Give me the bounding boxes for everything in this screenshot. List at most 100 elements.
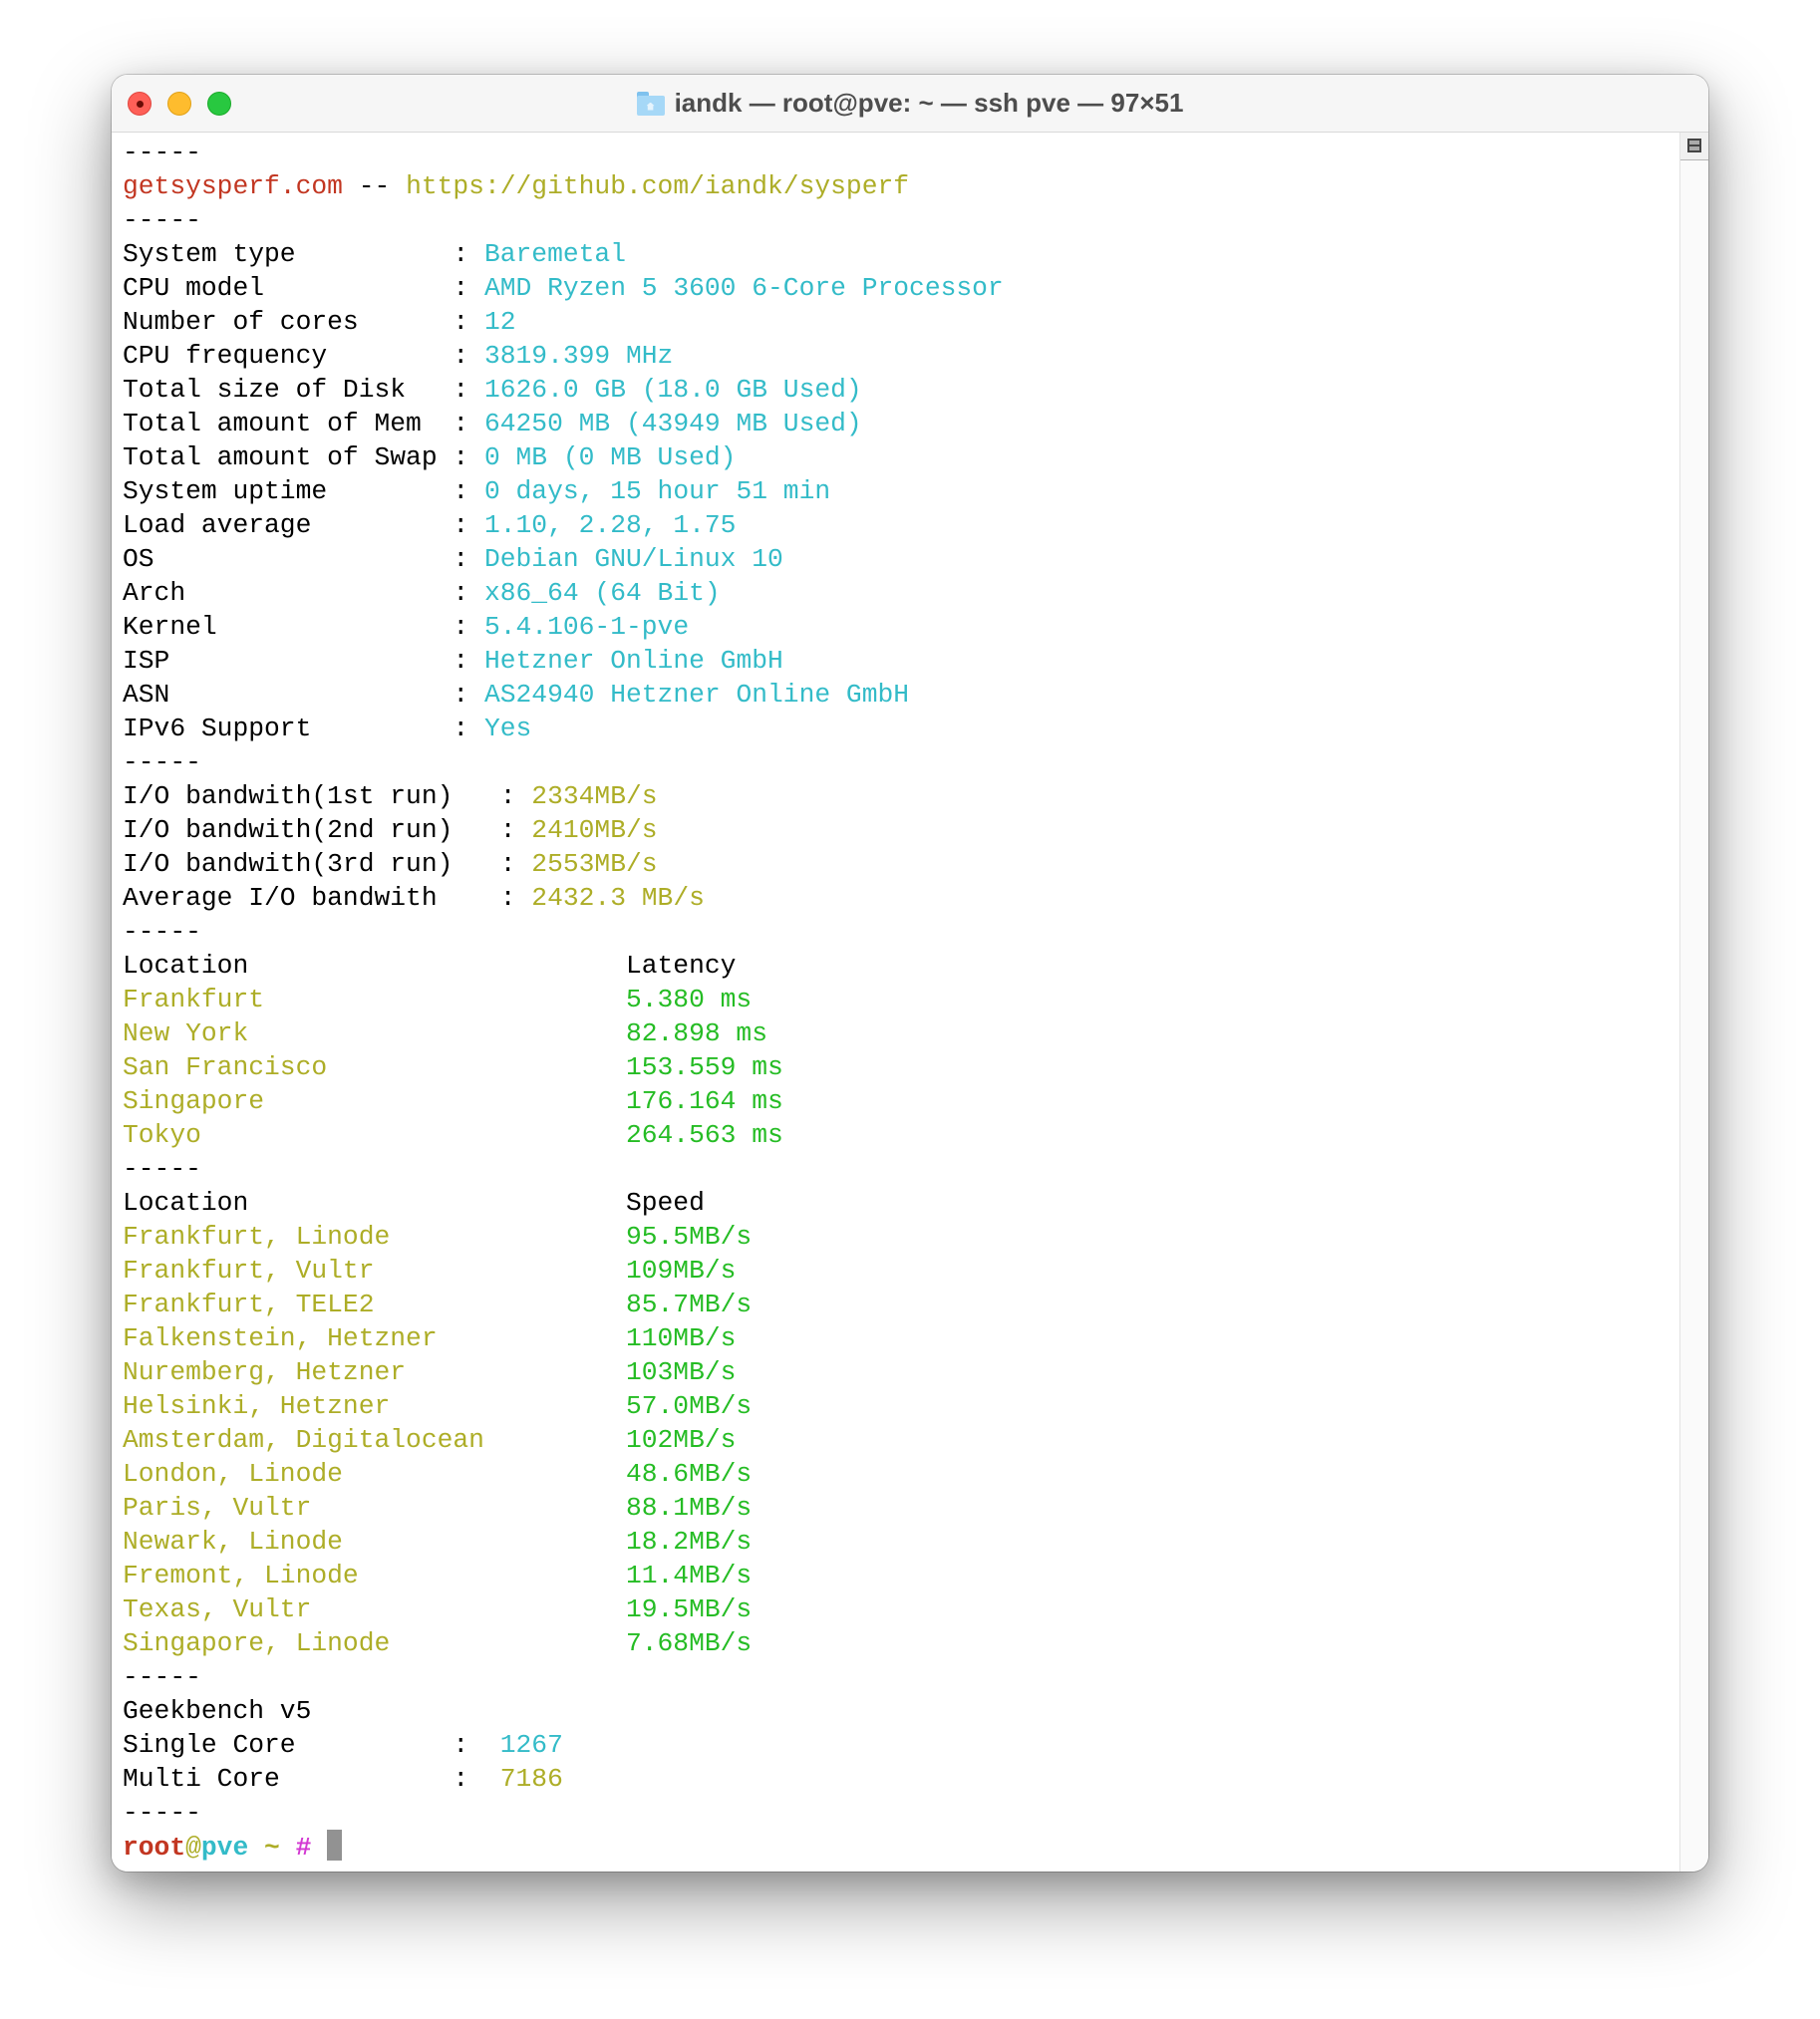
speed-location: Falkenstein, Hetzner <box>123 1323 438 1353</box>
speed-value: 19.5MB/s <box>625 1594 753 1624</box>
speed-value: 7.68MB/s <box>625 1628 753 1658</box>
system-info-row: IPv6 Support: Yes <box>123 712 909 745</box>
info-label: System uptime <box>123 476 328 506</box>
colon: : <box>453 1764 469 1794</box>
system-info-row: CPU frequency:3819.399 MHz <box>123 339 909 373</box>
latency-header: Location Latency <box>123 949 909 983</box>
info-value: 1626.0 GB (18.0 GB Used) <box>483 375 862 405</box>
speed-value: 103MB/s <box>625 1357 737 1387</box>
speed-location: Frankfurt, TELE2 <box>123 1290 375 1319</box>
speed-row: Paris, Vultr 88.1MB/s <box>123 1491 909 1525</box>
info-label: ISP <box>123 646 170 676</box>
separator: ----- <box>123 747 201 777</box>
speed-value: 48.6MB/s <box>625 1459 753 1489</box>
speed-location: Paris, Vultr <box>123 1493 312 1523</box>
colon: : <box>499 781 516 811</box>
latency-value: 82.898 ms <box>625 1018 767 1048</box>
speed-location: Frankfurt, Linode <box>123 1222 391 1252</box>
prompt-cwd: ~ <box>264 1833 280 1863</box>
speed-row: Singapore, Linode 7.68MB/s <box>123 1626 909 1660</box>
latency-value: 264.563 ms <box>625 1120 783 1150</box>
info-label: Load average <box>123 510 312 540</box>
speed-header: Location Speed <box>123 1186 909 1220</box>
speed-location: Nuremberg, Hetzner <box>123 1357 407 1387</box>
io-label: I/O bandwith(3rd run) <box>123 849 454 879</box>
latency-value: 176.164 ms <box>625 1086 783 1116</box>
prompt-user: root <box>123 1833 186 1863</box>
speed-location: Singapore, Linode <box>123 1628 391 1658</box>
io-value: 2334MB/s <box>531 781 658 811</box>
info-value: Debian GNU/Linux 10 <box>483 544 783 574</box>
io-label: I/O bandwith(2nd run) <box>123 815 454 845</box>
separator: ----- <box>123 1798 201 1828</box>
repo-link[interactable]: https://github.com/iandk/sysperf <box>406 171 909 201</box>
latency-col-location: Location <box>123 951 249 981</box>
latency-row: Singapore 176.164 ms <box>123 1084 909 1118</box>
latency-location: Singapore <box>123 1086 265 1116</box>
separator: ----- <box>123 1662 201 1692</box>
io-label: Average I/O bandwith <box>123 883 438 913</box>
system-info-row: System uptime:0 days, 15 hour 51 min <box>123 474 909 508</box>
info-label: Arch <box>123 578 186 608</box>
speed-col-value: Speed <box>625 1188 705 1218</box>
speed-location: Newark, Linode <box>123 1527 343 1557</box>
colon: : <box>453 680 469 710</box>
prompt-host: pve <box>200 1833 249 1863</box>
speed-location: Helsinki, Hetzner <box>123 1391 391 1421</box>
colon: : <box>453 714 469 743</box>
colon: : <box>499 849 516 879</box>
speed-location: Texas, Vultr <box>123 1594 312 1624</box>
speed-value: 18.2MB/s <box>625 1527 753 1557</box>
io-row: Average I/O bandwith:2432.3 MB/s <box>123 881 909 915</box>
window-title-wrap: iandk — root@pve: ~ — ssh pve — 97×51 <box>112 75 1708 132</box>
shell-prompt[interactable]: root@pve ~ # <box>123 1830 909 1864</box>
prompt-at: @ <box>185 1833 201 1863</box>
split-pane-icon <box>1687 139 1701 152</box>
latency-value: 5.380 ms <box>625 985 753 1014</box>
speed-value: 11.4MB/s <box>625 1561 753 1590</box>
latency-row: Tokyo 264.563 ms <box>123 1118 909 1152</box>
terminal-screen[interactable]: ----- getsysperf.com -- https://github.c… <box>123 136 1004 1864</box>
geekbench-single-value: 1267 <box>499 1730 563 1760</box>
split-pane-button[interactable] <box>1680 133 1708 160</box>
speed-value: 85.7MB/s <box>625 1290 753 1319</box>
speed-row: Amsterdam, Digitalocean 102MB/s <box>123 1423 909 1457</box>
info-label: ASN <box>123 680 170 710</box>
system-info-row: ASN: AS24940 Hetzner Online GmbH <box>123 678 909 712</box>
system-info-row: ISP: Hetzner Online GmbH <box>123 644 909 678</box>
colon: : <box>453 646 469 676</box>
text-cursor[interactable] <box>327 1830 343 1861</box>
colon: : <box>453 442 469 472</box>
colon: : <box>453 307 469 337</box>
info-value: x86_64 (64 Bit) <box>483 578 721 608</box>
colon: : <box>499 815 516 845</box>
speed-row: Nuremberg, Hetzner 103MB/s <box>123 1355 909 1389</box>
latency-value: 153.559 ms <box>625 1052 783 1082</box>
header-line: getsysperf.com -- https://github.com/ian… <box>123 169 909 203</box>
latency-row: New York 82.898 ms <box>123 1016 909 1050</box>
speed-value: 57.0MB/s <box>625 1391 753 1421</box>
io-value: 2432.3 MB/s <box>531 883 705 913</box>
info-value: 12 <box>483 307 516 337</box>
info-value: AS24940 Hetzner Online GmbH <box>483 680 910 710</box>
latency-rows: Frankfurt 5.380 ms New York 82.898 ms San Fr… <box>123 983 909 1152</box>
speed-row: Frankfurt, Vultr 109MB/s <box>123 1254 909 1288</box>
info-value: 0 days, 15 hour 51 min <box>483 476 831 506</box>
info-label: OS <box>123 544 154 574</box>
system-info-row: Total amount of Mem:64250 MB (43949 MB U… <box>123 407 909 440</box>
speed-row: London, Linode 48.6MB/s <box>123 1457 909 1491</box>
speed-row: Texas, Vultr 19.5MB/s <box>123 1592 909 1626</box>
system-info-row: System type: Baremetal <box>123 237 909 271</box>
info-label: System type <box>123 239 296 269</box>
latency-location: Frankfurt <box>123 985 265 1014</box>
system-info-row: CPU model: AMD Ryzen 5 3600 6-Core Proces… <box>123 271 1004 305</box>
speed-row: Helsinki, Hetzner 57.0MB/s <box>123 1389 909 1423</box>
system-info-section: System type: Baremetal CPU model: AMD Ryzen… <box>123 237 1004 745</box>
speed-location: London, Linode <box>123 1459 343 1489</box>
separator: ----- <box>123 205 201 235</box>
vertical-scrollbar[interactable] <box>1679 133 1708 1872</box>
terminal-content[interactable]: ----- getsysperf.com -- https://github.c… <box>112 133 1679 1872</box>
speed-value: 110MB/s <box>625 1323 737 1353</box>
info-value: Yes <box>483 714 532 743</box>
title-bar[interactable]: iandk — root@pve: ~ — ssh pve — 97×51 <box>112 75 1708 133</box>
